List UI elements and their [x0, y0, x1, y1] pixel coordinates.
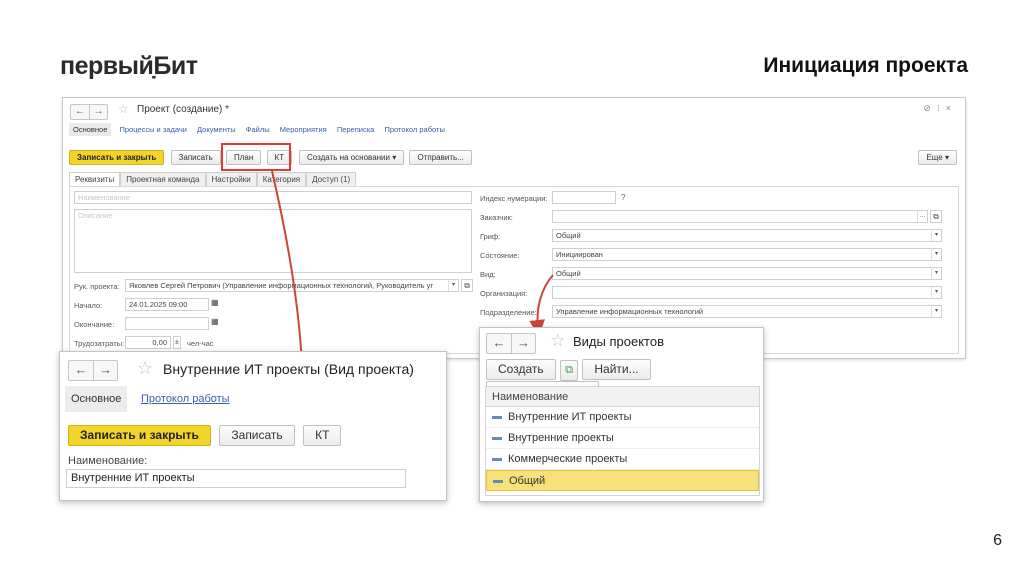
- copy-icon[interactable]: ⧉: [560, 360, 578, 381]
- item-icon: [492, 415, 502, 419]
- back-icon[interactable]: ←: [69, 361, 93, 380]
- project-kind-window: ← → ☆ Внутренние ИТ проекты (Вид проекта)…: [59, 351, 447, 501]
- item-icon: [492, 457, 502, 461]
- favorite-star-icon[interactable]: ☆: [550, 331, 565, 351]
- column-header[interactable]: Наименование: [486, 387, 759, 407]
- nav-buttons: ← →: [486, 333, 536, 354]
- item-icon: [493, 479, 503, 483]
- name-label: Наименование:: [68, 455, 148, 467]
- find-button[interactable]: Найти...: [582, 359, 651, 380]
- list-item-selected[interactable]: Общий: [486, 470, 759, 491]
- tab-main[interactable]: Основное: [65, 386, 128, 412]
- forward-icon[interactable]: →: [93, 361, 117, 380]
- nav-buttons: ← →: [68, 360, 118, 381]
- kinds-table: Наименование Внутренние ИТ проекты Внутр…: [485, 386, 760, 496]
- tab-log[interactable]: Протокол работы: [141, 393, 230, 405]
- favorite-star-icon[interactable]: ☆: [137, 358, 153, 379]
- window-title: Внутренние ИТ проекты (Вид проекта): [163, 361, 414, 377]
- window-title: Виды проектов: [573, 334, 664, 349]
- list-item[interactable]: Внутренние проекты: [486, 428, 759, 449]
- name-field[interactable]: Внутренние ИТ проекты: [66, 469, 406, 488]
- project-kinds-window: ←→ ☆ Виды проектов Создать ⧉ Найти... От…: [479, 327, 764, 502]
- list-item[interactable]: Внутренние ИТ проекты: [486, 407, 759, 428]
- back-icon[interactable]: ←: [487, 334, 511, 353]
- kt-button[interactable]: КТ: [303, 425, 342, 446]
- forward-icon[interactable]: →: [511, 334, 535, 353]
- save-button[interactable]: Записать: [219, 425, 295, 446]
- list-item[interactable]: Коммерческие проекты: [486, 449, 759, 470]
- kind-toolbar: Записать и закрыть Записать КТ: [68, 425, 342, 446]
- arrow-to-kinds: [529, 274, 554, 336]
- item-icon: [492, 436, 502, 440]
- save-close-button[interactable]: Записать и закрыть: [68, 425, 211, 446]
- create-button[interactable]: Создать: [486, 359, 556, 380]
